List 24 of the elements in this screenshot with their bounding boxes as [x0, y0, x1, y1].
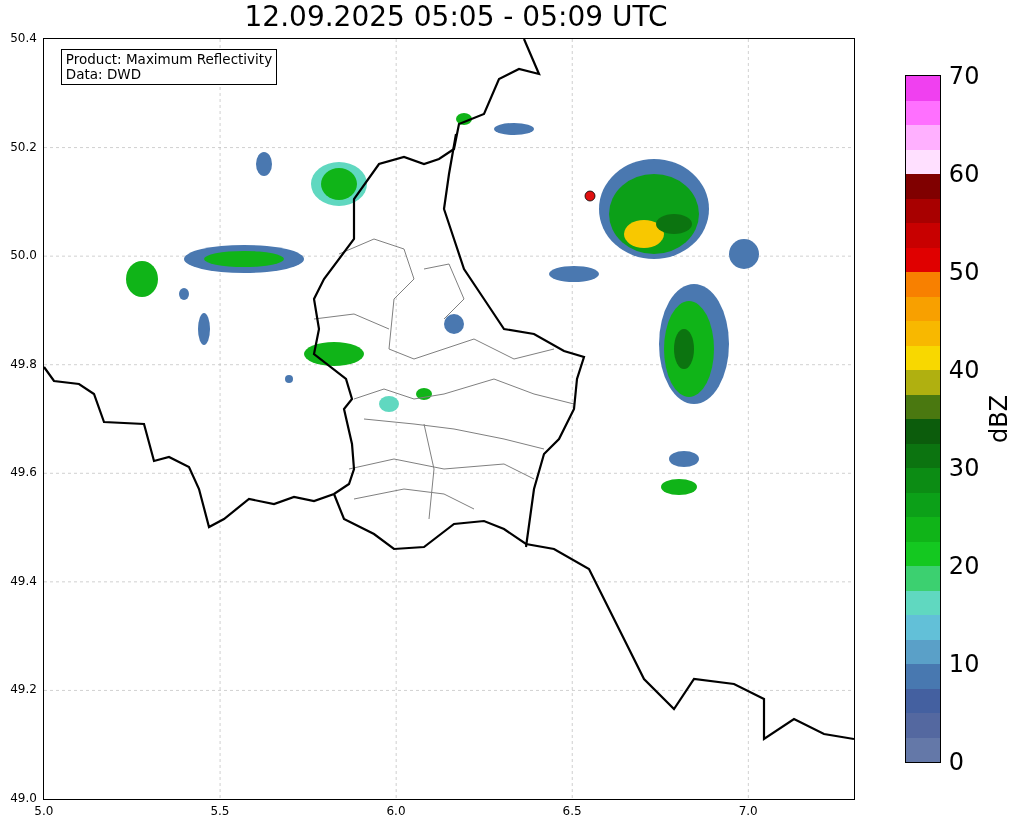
- y-axis-label: 50.0: [10, 248, 37, 263]
- x-axis-label: 5.0: [34, 804, 54, 818]
- y-axis-label: 50.4: [10, 31, 37, 45]
- y-axis-label: 49.2: [10, 682, 37, 697]
- colorbar-tick-label: 0: [948, 750, 965, 774]
- x-axis-label: 6.0: [386, 804, 406, 818]
- colorbar-tick-label: 30: [948, 456, 980, 480]
- x-axis-label: 7.0: [738, 804, 758, 818]
- colorbar-tick-label: 50: [948, 260, 980, 284]
- y-axis-label: 49.4: [10, 573, 37, 588]
- y-axis-label: 49.0: [10, 791, 37, 805]
- colorbar-label: dBZ: [984, 394, 1013, 444]
- y-axis-label: 50.2: [10, 139, 37, 154]
- y-axis-label: 49.6: [10, 465, 37, 480]
- colorbar-tick-label: 60: [948, 162, 980, 186]
- colorbar-tick-label: 70: [948, 64, 980, 88]
- chart-title: 12.09.2025 05:05 - 05:09 UTC: [243, 0, 669, 35]
- colorbar-tick-label: 40: [948, 358, 980, 382]
- info-box: Product: Maximum Reflectivity Data: DWD: [60, 49, 278, 85]
- y-axis-label: 49.8: [10, 356, 37, 371]
- colorbar-tick-label: 20: [948, 554, 980, 578]
- x-axis-label: 6.5: [562, 804, 582, 818]
- x-axis-label: 5.5: [210, 804, 230, 818]
- colorbar-tick-label: 10: [948, 652, 980, 676]
